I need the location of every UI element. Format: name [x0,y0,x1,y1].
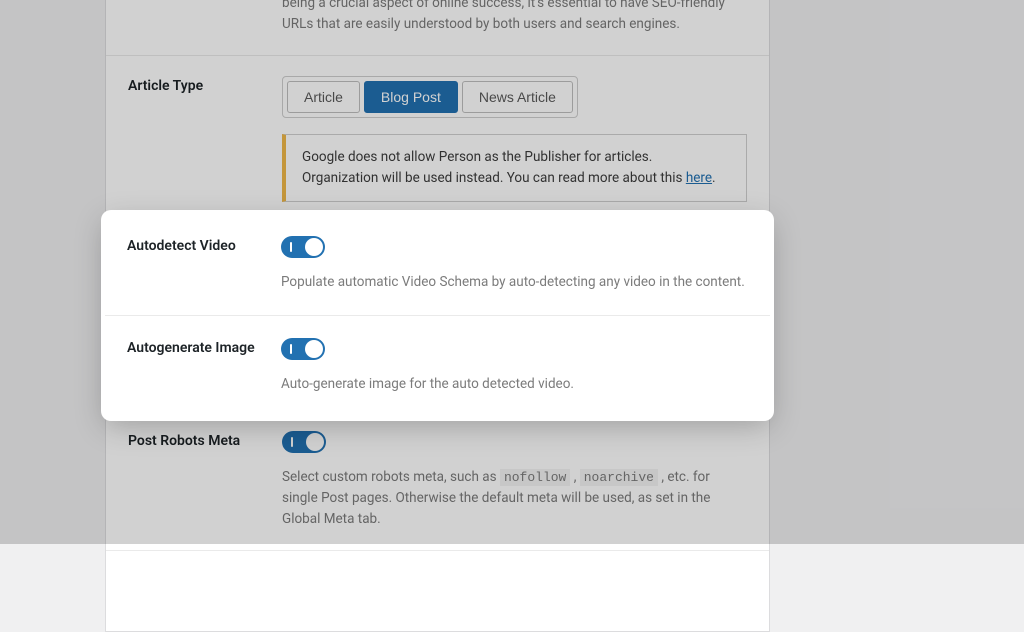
autodetect-video-content: Populate automatic Video Schema by auto-… [281,236,748,293]
autogenerate-image-toggle[interactable] [281,338,325,360]
autodetect-video-toggle[interactable] [281,236,325,258]
highlight-card: Autodetect Video Populate automatic Vide… [105,214,770,417]
autogenerate-image-label: Autogenerate Image [127,338,281,395]
post-robots-content: Select custom robots meta, such as nofol… [282,431,747,530]
intro-text: being a crucial aspect of online success… [282,0,747,35]
article-type-option-blog-post[interactable]: Blog Post [364,81,458,113]
article-type-content: Article Blog Post News Article Google do… [282,76,747,202]
toggle-knob [305,238,323,256]
autodetect-video-row: Autodetect Video Populate automatic Vide… [105,214,770,316]
article-type-label: Article Type [128,76,282,202]
toggle-knob [305,340,323,358]
notice-text-post: . [712,170,716,186]
post-robots-label: Post Robots Meta [128,431,282,530]
toggle-on-indicator [291,437,293,447]
post-robots-row: Post Robots Meta Select custom robots me… [106,411,769,551]
toggle-knob [306,433,324,451]
notice-link[interactable]: here [686,170,712,186]
autogenerate-image-desc: Auto-generate image for the auto detecte… [281,374,748,395]
intro-content: being a crucial aspect of online success… [282,0,747,35]
toggle-on-indicator [290,344,292,354]
article-type-option-article[interactable]: Article [287,81,360,113]
code-noarchive: noarchive [580,469,658,486]
article-type-notice: Google does not allow Person as the Publ… [282,134,747,202]
article-type-row: Article Type Article Blog Post News Arti… [106,56,769,227]
toggle-on-indicator [290,242,292,252]
intro-row: being a crucial aspect of online success… [106,0,769,56]
notice-text-pre: Google does not allow Person as the Publ… [302,149,686,186]
article-type-button-group: Article Blog Post News Article [282,76,578,118]
autogenerate-image-row: Autogenerate Image Auto-generate image f… [105,316,770,417]
autodetect-video-desc: Populate automatic Video Schema by auto-… [281,272,748,293]
post-robots-toggle[interactable] [282,431,326,453]
autodetect-video-label: Autodetect Video [127,236,281,293]
trailing-row [106,551,769,631]
article-type-option-news-article[interactable]: News Article [462,81,573,113]
post-robots-desc: Select custom robots meta, such as nofol… [282,467,747,530]
autogenerate-image-content: Auto-generate image for the auto detecte… [281,338,748,395]
code-nofollow: nofollow [500,469,570,486]
intro-label [128,0,282,35]
